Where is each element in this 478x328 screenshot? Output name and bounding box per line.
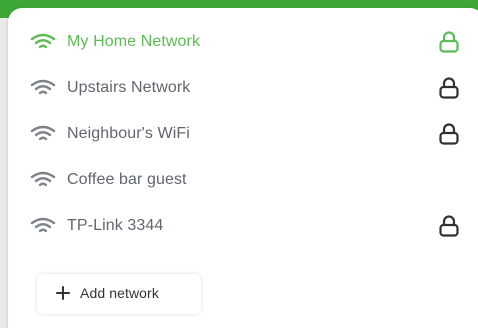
network-item-my-home-network[interactable]: My Home Network	[8, 20, 478, 66]
network-item-coffee-bar-guest[interactable]: Coffee bar guest	[8, 158, 478, 204]
network-item-tp-link-3344[interactable]: TP-Link 3344	[8, 204, 478, 250]
lock-icon	[439, 77, 459, 99]
add-network-button[interactable]: Add network	[37, 274, 201, 314]
network-item-neighbours-wifi[interactable]: Neighbour's WiFi	[8, 112, 478, 158]
network-name: Neighbour's WiFi	[67, 125, 190, 142]
lock-icon	[439, 31, 459, 53]
network-name: Upstairs Network	[67, 79, 191, 96]
plus-icon	[56, 286, 70, 300]
network-name: Coffee bar guest	[67, 171, 187, 188]
network-item-upstairs-network[interactable]: Upstairs Network	[8, 66, 478, 112]
wifi-icon	[30, 79, 56, 95]
add-network-label: Add network	[80, 285, 159, 301]
wifi-icon	[30, 217, 56, 233]
lock-icon	[439, 123, 459, 145]
wifi-icon	[30, 33, 56, 49]
network-name: My Home Network	[67, 33, 201, 50]
lock-icon	[439, 215, 459, 237]
wifi-network-panel: My Home Network Upstairs Network Neighbo…	[8, 8, 478, 328]
wifi-icon	[30, 125, 56, 141]
wifi-icon	[30, 171, 56, 187]
network-name: TP-Link 3344	[67, 217, 164, 234]
